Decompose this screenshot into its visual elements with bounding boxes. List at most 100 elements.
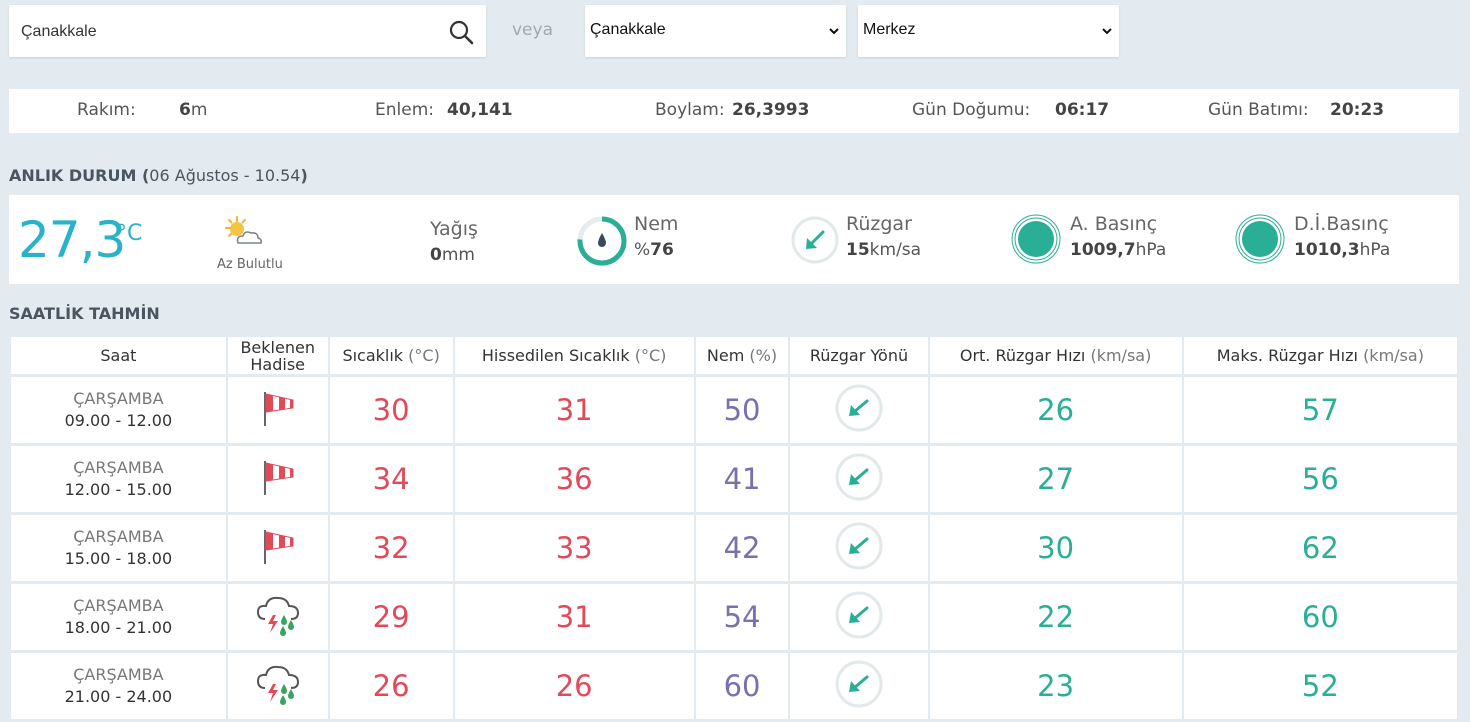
time-cell: ÇARŞAMBA 15.00 - 18.00 (11, 515, 226, 581)
sunrise-value: 06:17 (1055, 100, 1110, 120)
event-cell (227, 515, 328, 581)
time-range: 15.00 - 18.00 (64, 549, 173, 568)
temperature-cell: 29 (329, 584, 453, 650)
feels-like-cell: 31 (454, 584, 694, 650)
wind-value: 15km/sa (846, 240, 922, 260)
day-label: ÇARŞAMBA (73, 527, 164, 546)
sunset-label: Gün Batımı: (1208, 100, 1309, 120)
wind-direction-icon (835, 522, 883, 570)
current-datetime: 06 Ağustos - 10.54 (149, 166, 301, 185)
windsock-icon (263, 461, 294, 495)
wind-direction-gauge (791, 216, 839, 264)
header-feels-like: Hissedilen Sıcaklık (°C) (454, 337, 694, 374)
rain-value: 0mm (430, 245, 475, 265)
temperature-cell: 34 (329, 446, 453, 512)
humidity-label: Nem (634, 213, 679, 235)
pressure-label: A. Basınç (1070, 213, 1158, 235)
thunderstorm-rain-icon (256, 665, 299, 705)
feels-like-cell: 36 (454, 446, 694, 512)
latitude-value: 40,141 (447, 100, 513, 120)
province-select-value: Çanakkale (590, 21, 666, 38)
humidity-cell: 60 (695, 653, 789, 719)
time-range: 09.00 - 12.00 (64, 411, 173, 430)
feels-like-cell: 33 (454, 515, 694, 581)
feels-like-cell: 26 (454, 653, 694, 719)
district-select[interactable]: Merkez (858, 5, 1119, 57)
wind-direction-cell (790, 446, 928, 512)
header-temperature: Sıcaklık (°C) (329, 337, 453, 374)
humidity-cell: 42 (695, 515, 789, 581)
location-info-bar: Rakım: 6m Enlem: 40,141 Boylam: 26,3993 … (9, 89, 1459, 133)
time-range: 21.00 - 24.00 (64, 687, 173, 706)
table-header-row: Saat Beklenen Hadise Sıcaklık (°C) Hissed… (11, 337, 1457, 374)
sun-cloud-icon (225, 216, 262, 244)
latitude-label: Enlem: (375, 100, 434, 120)
temperature-cell: 32 (329, 515, 453, 581)
altitude-label: Rakım: (77, 100, 136, 120)
time-range: 18.00 - 21.00 (64, 618, 173, 637)
max-wind-cell: 60 (1183, 584, 1457, 650)
temperature-cell: 30 (329, 377, 453, 443)
time-cell: ÇARŞAMBA 12.00 - 15.00 (11, 446, 226, 512)
avg-wind-cell: 23 (929, 653, 1182, 719)
avg-wind-cell: 22 (929, 584, 1182, 650)
longitude-label: Boylam: (655, 100, 725, 120)
search-icon[interactable] (448, 19, 474, 45)
avg-wind-cell: 27 (929, 446, 1182, 512)
search-input[interactable] (19, 19, 433, 45)
header-expected-event: Beklenen Hadise (227, 337, 328, 374)
wind-direction-cell (790, 515, 928, 581)
day-label: ÇARŞAMBA (73, 389, 164, 408)
avg-wind-cell: 26 (929, 377, 1182, 443)
max-wind-cell: 52 (1183, 653, 1457, 719)
feels-like-cell: 31 (454, 377, 694, 443)
temperature-unit: °C (116, 221, 143, 246)
event-cell (227, 653, 328, 719)
sea-pressure-icon (1235, 214, 1285, 264)
humidity-value: %76 (634, 240, 674, 260)
humidity-cell: 41 (695, 446, 789, 512)
header-time: Saat (11, 337, 226, 374)
time-range: 12.00 - 15.00 (64, 480, 173, 499)
header-humidity: Nem (%) (695, 337, 789, 374)
max-wind-cell: 56 (1183, 446, 1457, 512)
longitude-value: 26,3993 (732, 100, 810, 120)
wind-direction-icon (835, 660, 883, 708)
or-label: veya (512, 20, 553, 40)
wind-direction-cell (790, 377, 928, 443)
header-avg-wind: Ort. Rüzgar Hızı (km/sa) (929, 337, 1182, 374)
sea-pressure-label: D.İ.Basınç (1294, 213, 1389, 235)
table-row: ÇARŞAMBA 09.00 - 12.00 30 31 50 26 57 (11, 377, 1457, 443)
header-max-wind: Maks. Rüzgar Hızı (km/sa) (1183, 337, 1457, 374)
temperature-cell: 26 (329, 653, 453, 719)
day-label: ÇARŞAMBA (73, 665, 164, 684)
sea-pressure-value: 1010,3hPa (1294, 240, 1391, 260)
day-label: ÇARŞAMBA (73, 596, 164, 615)
avg-wind-cell: 30 (929, 515, 1182, 581)
thunderstorm-rain-icon (256, 596, 299, 636)
humidity-gauge (577, 216, 627, 266)
chevron-down-icon (1102, 28, 1112, 35)
event-cell (227, 446, 328, 512)
time-cell: ÇARŞAMBA 18.00 - 21.00 (11, 584, 226, 650)
current-temperature: 27,3 (18, 211, 126, 269)
district-select-value: Merkez (863, 21, 916, 38)
table-row: ÇARŞAMBA 18.00 - 21.00 29 31 54 22 60 (11, 584, 1457, 650)
location-search (9, 5, 486, 57)
sunrise-label: Gün Doğumu: (912, 100, 1031, 120)
pressure-value: 1009,7hPa (1070, 240, 1167, 260)
table-row: ÇARŞAMBA 12.00 - 15.00 34 36 41 27 56 (11, 446, 1457, 512)
pressure-icon (1011, 214, 1061, 264)
province-select[interactable]: Çanakkale (585, 5, 846, 57)
current-conditions-title: ANLIK DURUM (06 Ağustos - 10.54) (9, 166, 308, 185)
max-wind-cell: 62 (1183, 515, 1457, 581)
time-cell: ÇARŞAMBA 09.00 - 12.00 (11, 377, 226, 443)
humidity-cell: 50 (695, 377, 789, 443)
rain-label: Yağış (430, 218, 478, 240)
altitude-value: 6m (179, 100, 208, 120)
droplet-icon (598, 233, 606, 247)
wind-direction-cell (790, 584, 928, 650)
wind-direction-icon (835, 591, 883, 639)
hourly-forecast-title: SAATLİK TAHMİN (9, 304, 160, 323)
day-label: ÇARŞAMBA (73, 458, 164, 477)
